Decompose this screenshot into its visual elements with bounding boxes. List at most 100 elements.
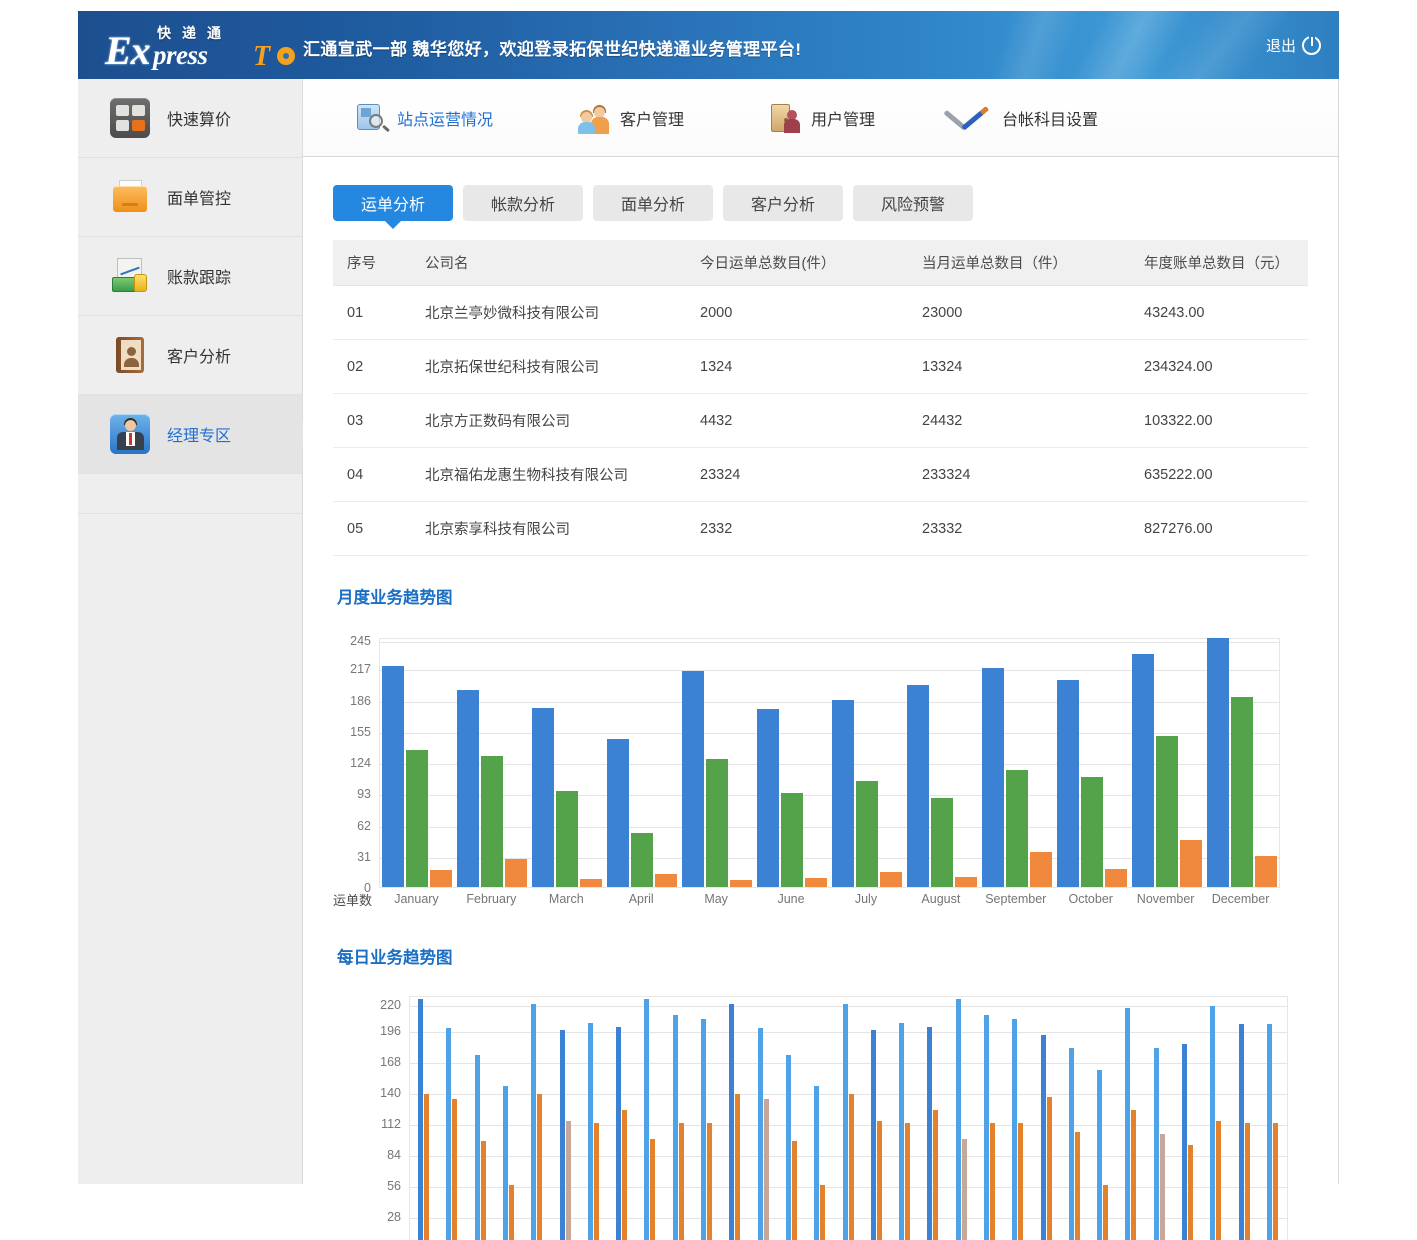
sidebar-item-label: 快速算价 [167, 106, 231, 130]
bar-已结运单-April [631, 833, 653, 887]
day-bar-group [475, 997, 486, 1240]
table-cell-3: 23332 [922, 502, 1144, 556]
bar-settled-day-13 [764, 1099, 769, 1240]
tab-form-analysis[interactable]: 面单分析 [593, 185, 713, 221]
tab-label: 运单分析 [361, 191, 425, 215]
y-axis-tick-label: 217 [350, 662, 371, 676]
table-cell-3: 23000 [922, 286, 1144, 340]
bar-waybills-day-26 [1125, 1008, 1130, 1240]
y-axis-tick-label: 140 [380, 1086, 401, 1100]
table-row[interactable]: 04北京福佑龙惠生物科技有限公司23324233324635222.00 [333, 448, 1308, 502]
daily-chart-wrap: 0285684112140168196220 运单数 [333, 990, 1308, 1240]
bar-waybills-day-12 [729, 1004, 734, 1240]
y-axis-tick-label: 56 [387, 1179, 401, 1193]
table-cell-4: 635222.00 [1144, 448, 1308, 502]
bar-运单数-January [382, 666, 404, 887]
bar-waybills-day-28 [1182, 1044, 1187, 1240]
column-header-year-amount: 年度账单总数目（元） [1144, 240, 1308, 286]
table-row[interactable]: 01北京兰亭妙微科技有限公司20002300043243.00 [333, 286, 1308, 340]
logout-button[interactable]: 退出 [1266, 35, 1321, 56]
sidebar-item-quick-pricing[interactable]: 快速算价 [78, 79, 302, 158]
table-cell-4: 103322.00 [1144, 394, 1308, 448]
tab-label: 客户分析 [751, 191, 815, 215]
day-bar-group [984, 997, 995, 1240]
day-bar-group [871, 997, 882, 1240]
table-row[interactable]: 02北京拓保世纪科技有限公司132413324234324.00 [333, 340, 1308, 394]
topnav-item-customer-management[interactable]: 客户管理 [578, 102, 684, 134]
table-cell-4: 827276.00 [1144, 502, 1308, 556]
table-cell-1: 北京索享科技有限公司 [425, 502, 700, 556]
bar-settled-day-14 [792, 1141, 797, 1240]
tab-risk-warning[interactable]: 风险预警 [853, 185, 973, 221]
topnav-item-user-management[interactable]: 用户管理 [769, 102, 875, 134]
bar-已结运单-February [481, 756, 503, 887]
day-bar-group [701, 997, 712, 1240]
bar-已结运单-December [1231, 697, 1253, 887]
logo-ex-text: Ex [105, 27, 150, 74]
bar-waybills-day-14 [786, 1055, 791, 1240]
bar-未结运单-July [880, 872, 902, 887]
topnav-item-ledger-settings[interactable]: 台帐科目设置 [960, 102, 1098, 134]
bar-settled-day-6 [566, 1121, 571, 1240]
monthly-bar-chart: 0316293124155186217245 JanuaryFebruaryMa… [333, 630, 1308, 910]
logo-press-text: press [153, 40, 208, 71]
table-cell-0: 05 [333, 502, 425, 556]
bar-waybills-day-31 [1267, 1024, 1272, 1240]
x-axis-tick-label: November [1137, 892, 1195, 906]
bar-waybills-day-29 [1210, 1006, 1215, 1240]
table-cell-3: 233324 [922, 448, 1144, 502]
bar-settled-day-24 [1075, 1132, 1080, 1240]
sidebar-item-customer-analysis[interactable]: 客户分析 [78, 316, 302, 395]
app-header: 快递通 Ex press T 汇通宣武一部 魏华您好，欢迎登录拓保世纪快递通业务… [78, 11, 1339, 79]
x-axis-tick-label: February [466, 892, 516, 906]
table-row[interactable]: 03北京方正数码有限公司443224432103322.00 [333, 394, 1308, 448]
bar-运单数-October [1057, 680, 1079, 887]
bar-已结运单-May [706, 759, 728, 887]
bar-settled-day-9 [650, 1139, 655, 1240]
y-axis-tick-label: 186 [350, 694, 371, 708]
table-cell-4: 234324.00 [1144, 340, 1308, 394]
bar-未结运单-August [955, 877, 977, 887]
table-cell-2: 4432 [700, 394, 922, 448]
table-cell-2: 2332 [700, 502, 922, 556]
y-axis-tick-label: 84 [387, 1148, 401, 1162]
bar-waybills-day-16 [843, 1004, 848, 1240]
table-header-row: 序号 公司名 今日运单总数目(件） 当月运单总数目（件） 年度账单总数目（元） [333, 240, 1308, 286]
y-axis-tick-label: 168 [380, 1055, 401, 1069]
day-bar-group [1154, 997, 1165, 1240]
table-cell-0: 01 [333, 286, 425, 340]
bar-settled-day-27 [1160, 1134, 1165, 1240]
bar-运单数-May [682, 671, 704, 887]
bar-settled-day-22 [1018, 1123, 1023, 1240]
table-row[interactable]: 05北京索享科技有限公司233223332827276.00 [333, 502, 1308, 556]
logout-label: 退出 [1266, 35, 1296, 56]
day-bar-group [729, 997, 740, 1240]
x-axis-tick-label: March [549, 892, 584, 906]
tab-waybill-analysis[interactable]: 运单分析 [333, 185, 453, 221]
tab-account-analysis[interactable]: 帐款分析 [463, 185, 583, 221]
y-axis-tick-label: 112 [381, 1117, 401, 1131]
bar-waybills-day-25 [1097, 1070, 1102, 1240]
sidebar-item-manager-zone[interactable]: 经理专区 [78, 395, 302, 474]
day-bar-group [956, 997, 967, 1240]
bar-settled-day-2 [452, 1099, 457, 1240]
topnav-item-label: 台帐科目设置 [1002, 106, 1098, 130]
day-bar-group [644, 997, 655, 1240]
bar-settled-day-15 [820, 1185, 825, 1240]
sidebar-item-account-tracking[interactable]: 账款跟踪 [78, 237, 302, 316]
tools-icon [960, 102, 992, 134]
topnav-item-site-operations[interactable]: 站点运营情况 [355, 102, 493, 134]
column-header-company: 公司名 [425, 240, 700, 286]
x-axis-tick-label: December [1212, 892, 1270, 906]
day-bar-group [1012, 997, 1023, 1240]
day-bar-group [560, 997, 571, 1240]
day-bar-group [1097, 997, 1108, 1240]
x-axis-tick-label: August [921, 892, 960, 906]
y-axis-tick-label: 62 [357, 819, 371, 833]
bar-settled-day-23 [1047, 1097, 1052, 1240]
sidebar-item-waybill-control[interactable]: 面单管控 [78, 158, 302, 237]
bar-已结运单-August [931, 798, 953, 887]
bar-group [532, 639, 602, 887]
bar-运单数-June [757, 709, 779, 887]
tab-customer-analysis[interactable]: 客户分析 [723, 185, 843, 221]
